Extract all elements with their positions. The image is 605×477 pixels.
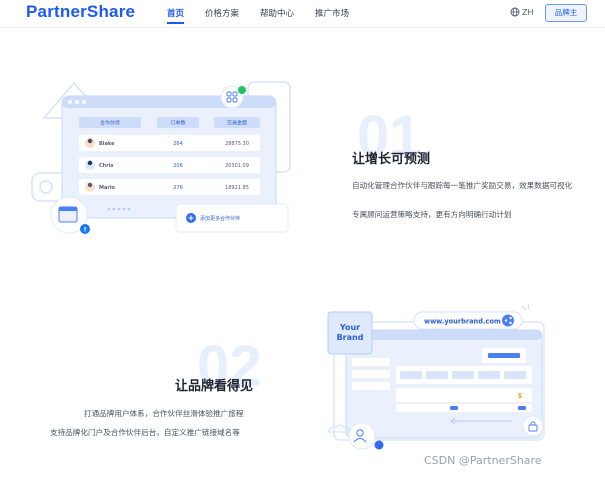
- brand-portal-illustration: $ Your Brand www.yourbrand.com: [327, 303, 545, 450]
- row-name: Chris: [99, 163, 113, 169]
- nav-pricing[interactable]: 价格方案: [205, 7, 239, 19]
- header-amount: 交易金额: [227, 120, 247, 127]
- nav-help[interactable]: 帮助中心: [260, 7, 294, 19]
- partner-dashboard-illustration: 合作伙伴 订单数 交易金额 Blake 264 28875.30 Chris 2…: [31, 81, 291, 234]
- section2-desc2: 支持品牌化门户及合作伙伴后台，自定义推广链接域名等: [50, 428, 240, 437]
- row-amount: 28875.30: [225, 141, 249, 147]
- row-orders: 276: [173, 185, 183, 191]
- row-orders: 264: [173, 141, 183, 147]
- nav-market[interactable]: 推广市场: [315, 7, 349, 19]
- brand-owner-button[interactable]: 品牌主: [545, 4, 587, 22]
- header-orders: 订单数: [170, 120, 185, 127]
- language-label: ZH: [522, 7, 534, 17]
- dollar-sign: $: [518, 393, 522, 400]
- row-orders: 206: [173, 163, 183, 169]
- logo[interactable]: PartnerShare: [26, 2, 135, 22]
- section1-desc1: 自动化管理合作伙伴与跟踪每一笔推广奖励交易，效果数据可视化: [352, 181, 573, 190]
- row-name: Blake: [99, 141, 115, 147]
- section2-desc1: 打通品牌用户体系，合作伙伴丝滑体验推广旅程: [84, 409, 244, 418]
- section1-title: 让增长可预测: [352, 152, 431, 167]
- top-navbar: PartnerShare 首页 价格方案 帮助中心 推广市场 ZH 品牌主: [0, 0, 605, 28]
- watermark: CSDN @PartnerShare: [424, 454, 542, 467]
- section2-title: 让品牌看得见: [175, 379, 254, 394]
- section1-desc2: 专属顾问运营策略支持，更有方向明确行动计划: [352, 210, 512, 219]
- brand-card-line2: Brand: [337, 333, 364, 342]
- brand-card-line1: Your: [339, 323, 360, 332]
- nav-home[interactable]: 首页: [167, 7, 185, 24]
- table-row: Chris 206 20301.09: [79, 157, 260, 173]
- main-nav: 首页 价格方案 帮助中心 推广市场: [167, 7, 370, 24]
- row-name: Mario: [99, 185, 116, 191]
- brand-url: www.yourbrand.com: [424, 318, 501, 326]
- table-row: Blake 264 28875.30: [79, 135, 260, 151]
- add-partner-label: 添加更多合作伙伴: [200, 215, 240, 222]
- table-row: Mario 276 18921.85: [79, 179, 260, 195]
- row-amount: 18921.85: [225, 185, 249, 191]
- globe-icon: [510, 7, 520, 17]
- language-switch[interactable]: ZH: [510, 7, 534, 17]
- header-partner: 合作伙伴: [100, 120, 120, 127]
- row-amount: 20301.09: [225, 163, 249, 169]
